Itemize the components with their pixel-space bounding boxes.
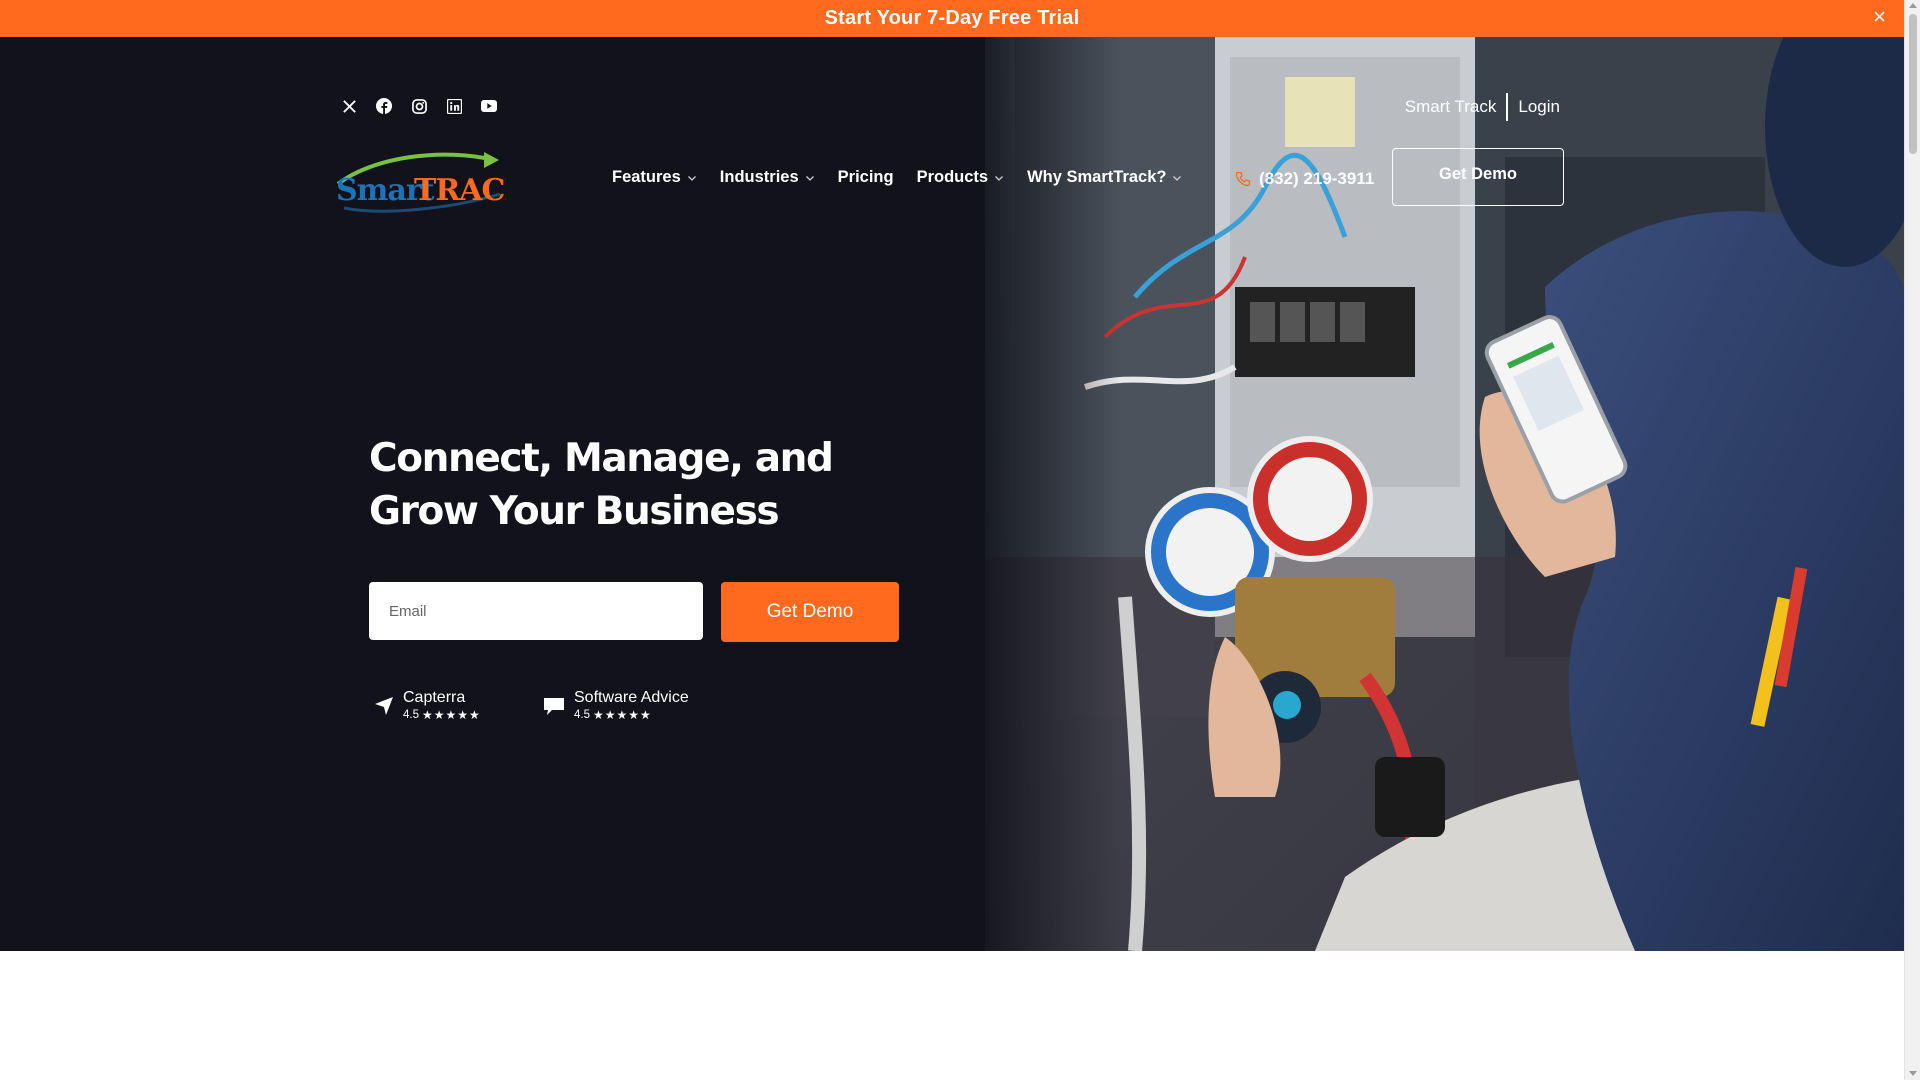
main-nav: Features Industries Pricing Products Why… [612, 168, 1182, 187]
nav-item-features[interactable]: Features [612, 168, 697, 187]
chevron-down-icon [687, 175, 696, 181]
nav-item-label: Pricing [837, 168, 894, 186]
chevron-down-icon [1173, 175, 1182, 181]
nav-item-label: Why SmartTrack? [1027, 168, 1167, 186]
nav-item-why-smarttrack[interactable]: Why SmartTrack? [1027, 168, 1182, 187]
login-link[interactable]: Login [1518, 97, 1560, 117]
software-advice-rating[interactable]: Software Advice 4.5 ★★★★★ [542, 689, 689, 723]
chevron-down-icon [995, 175, 1004, 181]
scroll-down-icon[interactable] [1909, 1071, 1917, 1076]
phone-link[interactable]: (832) 219-3911 [1235, 169, 1374, 189]
divider [1506, 93, 1509, 121]
utility-links: Smart Track Login [1405, 93, 1560, 121]
rating-source-name: Software Advice [574, 689, 689, 706]
page-scrollbar[interactable] [1904, 0, 1920, 1080]
nav-item-pricing[interactable]: Pricing [838, 168, 894, 187]
close-icon[interactable]: × [1873, 4, 1886, 30]
social-links [339, 96, 499, 116]
nav-item-industries[interactable]: Industries [720, 168, 815, 187]
chat-bubble-icon [544, 698, 564, 715]
phone-icon [1235, 171, 1251, 187]
rating-text: Software Advice 4.5 ★★★★★ [574, 689, 689, 723]
instagram-icon[interactable] [409, 96, 429, 116]
hero-headline: Connect, Manage, and Grow Your Business [369, 436, 834, 534]
chevron-down-icon [805, 175, 814, 181]
promo-banner[interactable]: Start Your 7-Day Free Trial × [0, 0, 1904, 37]
smarttrack-logo[interactable]: Smart TRACK [334, 150, 532, 214]
logo-text-track: TRACK [414, 173, 506, 208]
capterra-icon [375, 697, 393, 715]
nav-item-label: Features [612, 168, 681, 186]
nav-item-label: Industries [719, 168, 799, 186]
rating-score: 4.5 [574, 709, 590, 721]
hero-section: Smart Track Login Smart TRACK Features I… [0, 37, 1904, 951]
scrollbar-thumb[interactable] [1909, 14, 1917, 154]
rating-score-line: 4.5 ★★★★★ [574, 707, 689, 723]
rating-source-name: Capterra [403, 689, 466, 706]
rating-score-line: 4.5 ★★★★★ [403, 707, 481, 723]
promo-text[interactable]: Start Your 7-Day Free Trial [825, 7, 1080, 30]
facebook-icon[interactable] [374, 96, 394, 116]
capterra-rating[interactable]: Capterra 4.5 ★★★★★ [373, 689, 481, 723]
scroll-up-icon[interactable] [1909, 3, 1917, 8]
phone-number: (832) 219-3911 [1259, 169, 1375, 188]
hero-get-demo-button[interactable]: Get Demo [721, 582, 899, 642]
rating-score: 4.5 [403, 709, 419, 721]
star-rating-icon: ★★★★★ [422, 708, 481, 722]
email-input[interactable] [369, 582, 703, 640]
nav-item-label: Products [916, 168, 989, 186]
youtube-icon[interactable] [479, 96, 499, 116]
x-icon[interactable] [339, 96, 359, 116]
rating-text: Capterra 4.5 ★★★★★ [403, 689, 481, 723]
star-rating-icon: ★★★★★ [593, 708, 652, 722]
header-get-demo-button[interactable]: Get Demo [1392, 148, 1564, 206]
smart-track-link[interactable]: Smart Track [1405, 97, 1497, 117]
nav-item-products[interactable]: Products [917, 168, 1005, 187]
linkedin-icon[interactable] [444, 96, 464, 116]
